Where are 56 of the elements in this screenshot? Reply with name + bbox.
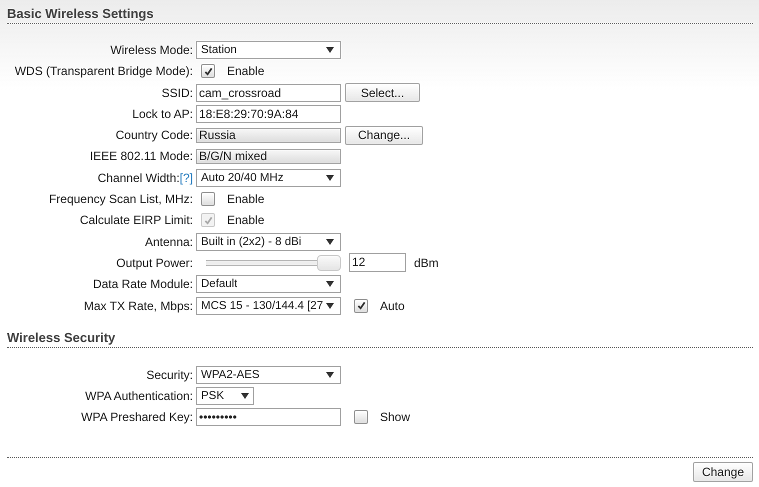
input-field[interactable]: 12 [349,253,406,272]
field-label: Frequency Scan List, MHz: [48,192,193,206]
section-heading: Wireless Security [7,330,753,348]
caret-icon [241,392,249,399]
dropdown[interactable]: MCS 15 - 130/144.4 [27 [196,296,341,315]
field-label: Max TX Rate, Mbps: [84,298,193,313]
field-label: Output Power: [116,256,193,270]
readonly-field: Russia [196,128,341,143]
help-link[interactable]: [?] [180,170,193,185]
caret-icon [326,47,334,53]
caret-icon [326,238,334,245]
caret-icon [326,302,334,309]
input-field[interactable]: 18:E8:29:70:9A:84 [196,104,341,123]
unit-label: dBm [414,254,439,271]
checkbox-label: Enable [227,63,264,80]
action-button[interactable]: Select... [345,83,420,102]
field-label: WDS (Transparent Bridge Mode): [14,64,193,78]
field-label: WPA Preshared Key: [81,410,193,424]
checkbox-label: Auto [380,298,405,314]
readonly-field: B/G/N mixed [196,148,341,164]
dropdown[interactable]: Station [196,41,341,59]
checkmark-icon [204,216,212,225]
field-label: WPA Authentication: [85,388,193,403]
checkbox[interactable] [354,410,368,424]
slider-thumb[interactable] [317,254,341,271]
dropdown[interactable]: Auto 20/40 MHz [196,168,341,187]
caret-icon [326,372,334,378]
dropdown[interactable]: PSK [196,386,254,405]
field-label: Country Code: [116,128,193,142]
field-label: Lock to AP: [132,106,193,121]
dropdown[interactable]: Default [196,275,341,294]
field-label: Antenna: [144,234,193,249]
dropdown[interactable]: Built in (2x2) - 8 dBi [196,232,341,251]
caret-icon [326,174,334,181]
checkbox-label: Show [380,409,410,426]
field-label: Security: [146,368,193,382]
field-label: Calculate EIRP Limit: [80,213,193,228]
input-field[interactable]: cam_crossroad [196,84,341,102]
section-heading: Basic Wireless Settings [7,6,753,24]
checkbox[interactable] [201,192,215,206]
input-field[interactable]: ••••••••• [196,408,341,426]
field-label: IEEE 802.11 Mode: [90,149,193,164]
caret-icon [326,281,334,288]
field-label: SSID: [162,86,193,100]
action-button[interactable]: Change... [345,126,424,145]
dropdown[interactable]: WPA2-AES [196,366,341,384]
checkbox-label: Enable [227,191,264,208]
checkbox[interactable] [354,298,368,313]
checkmark-icon [204,66,212,76]
checkbox[interactable] [201,64,215,78]
change-button[interactable]: Change [692,462,753,482]
field-label: Wireless Mode: [110,43,193,57]
checkmark-icon [356,301,366,310]
checkbox-label: Enable [227,212,264,228]
field-label: Data Rate Module: [92,277,193,292]
field-label: Channel Width: [98,170,180,185]
